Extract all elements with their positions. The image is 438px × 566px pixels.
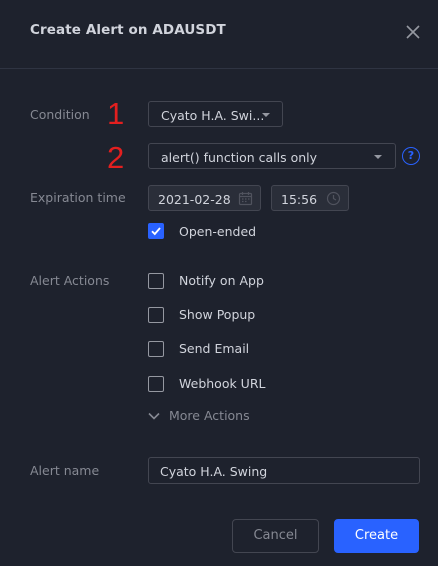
create-alert-dialog: Create Alert on ADAUSDT Condition 1 Cyat… — [0, 0, 438, 566]
webhook-url-checkbox[interactable] — [148, 376, 164, 392]
help-icon[interactable]: ? — [402, 147, 420, 165]
close-button[interactable] — [403, 22, 423, 42]
annotation-marker-1: 1 — [107, 96, 125, 131]
clock-icon — [326, 191, 341, 206]
calendar-icon — [238, 192, 253, 206]
alert-actions-label: Alert Actions — [30, 273, 110, 288]
expiration-date-value: 2021-02-28 — [158, 192, 231, 207]
close-icon — [406, 25, 420, 39]
condition-indicator-value: Cyato H.A. Swi... — [161, 108, 265, 123]
create-button[interactable]: Create — [334, 519, 419, 553]
webhook-url-label[interactable]: Webhook URL — [179, 376, 265, 391]
expiration-time-value: 15:56 — [281, 192, 318, 207]
chevron-down-icon — [374, 155, 382, 159]
more-actions-label: More Actions — [169, 408, 250, 423]
annotation-marker-2: 2 — [107, 140, 125, 175]
expiration-date-input[interactable]: 2021-02-28 — [148, 185, 261, 211]
condition-indicator-select[interactable]: Cyato H.A. Swi... — [148, 101, 283, 127]
expiration-label: Expiration time — [30, 190, 126, 205]
chevron-down-icon — [262, 113, 270, 117]
checkmark-icon — [151, 227, 161, 236]
show-popup-checkbox[interactable] — [148, 307, 164, 323]
condition-trigger-value: alert() function calls only — [161, 150, 318, 165]
condition-trigger-select[interactable]: alert() function calls only — [148, 143, 396, 169]
alert-name-value: Cyato H.A. Swing — [160, 464, 268, 479]
condition-label: Condition — [30, 107, 90, 122]
send-email-checkbox[interactable] — [148, 341, 164, 357]
chevron-down-icon — [148, 412, 160, 420]
notify-on-app-checkbox[interactable] — [148, 273, 164, 289]
expiration-time-input[interactable]: 15:56 — [271, 185, 349, 211]
alert-name-label: Alert name — [30, 463, 100, 478]
open-ended-label[interactable]: Open-ended — [179, 224, 256, 239]
send-email-label[interactable]: Send Email — [179, 341, 249, 356]
notify-on-app-label[interactable]: Notify on App — [179, 273, 264, 288]
dialog-title: Create Alert on ADAUSDT — [30, 22, 226, 38]
show-popup-label[interactable]: Show Popup — [179, 307, 255, 322]
open-ended-checkbox[interactable] — [148, 223, 164, 239]
cancel-button[interactable]: Cancel — [232, 519, 319, 553]
dialog-header: Create Alert on ADAUSDT — [0, 0, 438, 69]
alert-name-input[interactable]: Cyato H.A. Swing — [148, 457, 420, 484]
